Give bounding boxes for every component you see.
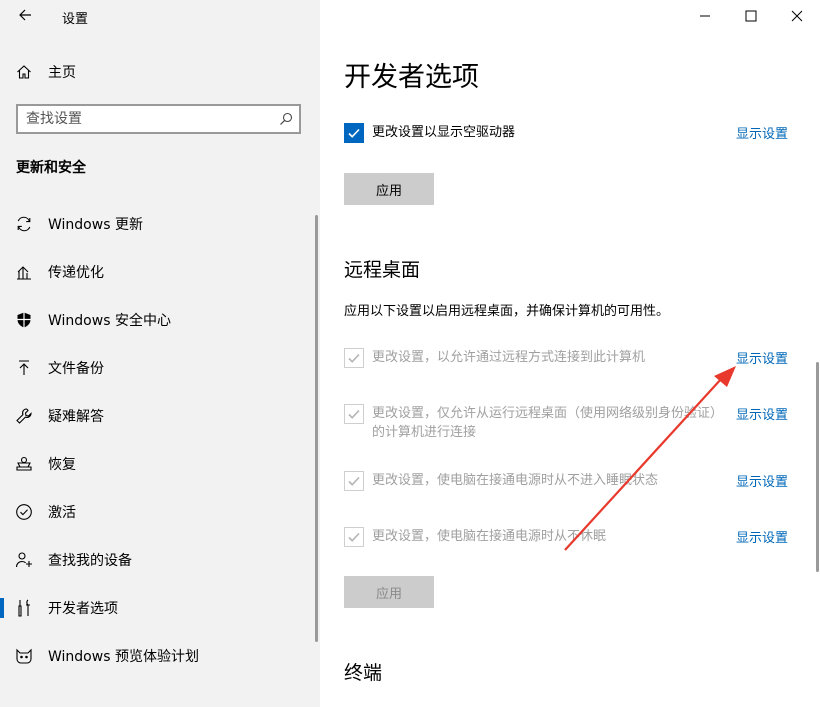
sidebar-item-label: 文件备份 (48, 361, 104, 377)
sidebar-item-label: 开发者选项 (48, 601, 118, 617)
close-icon (791, 10, 803, 22)
sidebar-item-label: 恢复 (48, 457, 76, 473)
shield-icon (14, 310, 34, 330)
developer-tools-icon (14, 598, 34, 618)
recovery-icon (14, 454, 34, 474)
setting-label: 更改设置，使电脑在接通电源时从不休眠 (372, 529, 607, 544)
sync-icon (14, 214, 34, 234)
check-circle-icon (14, 502, 34, 522)
sidebar-item-troubleshoot[interactable]: 疑难解答 (0, 396, 315, 436)
main-scrollbar[interactable] (816, 362, 819, 572)
terminal-heading: 终端 (344, 662, 383, 684)
sidebar-item-label: Windows 更新 (48, 217, 143, 233)
setting-label: 更改设置，使电脑在接通电源时从不进入睡眠状态 (372, 473, 659, 488)
checkmark-icon (348, 128, 360, 138)
page-title: 开发者选项 (344, 62, 479, 93)
back-button[interactable] (14, 4, 36, 26)
sidebar-item-delivery-optimization[interactable]: 传递优化 (0, 252, 315, 292)
checkmark-icon (348, 476, 360, 486)
sidebar-item-label: Windows 安全中心 (48, 313, 171, 329)
sidebar-item-file-backup[interactable]: 文件备份 (0, 348, 315, 388)
minimize-button[interactable] (682, 0, 728, 32)
setting-remote-3: 更改设置，使电脑在接通电源时从不休眠 (344, 527, 727, 547)
checkmark-icon (348, 409, 360, 419)
checkbox-disabled[interactable] (344, 404, 364, 424)
sidebar-item-label: 疑难解答 (48, 409, 104, 425)
home-icon (17, 65, 31, 79)
setting-label: 更改设置，以允许通过远程方式连接到此计算机 (372, 350, 646, 365)
back-arrow-icon (19, 9, 31, 21)
close-button[interactable] (774, 0, 820, 32)
setting-label: 更改设置以显示空驱动器 (372, 125, 516, 140)
sidebar-item-find-my-device[interactable]: 查找我的设备 (0, 540, 315, 580)
maximize-button[interactable] (728, 0, 774, 32)
sidebar-item-recovery[interactable]: 恢复 (0, 444, 315, 484)
checkbox-disabled[interactable] (344, 527, 364, 547)
insider-cat-icon (14, 646, 34, 666)
setting-label: 更改设置，仅允许从运行远程桌面（使用网络级别身份验证）的计算机进行连接 (372, 406, 724, 440)
checkbox-show-empty-drives[interactable] (344, 123, 364, 143)
backup-upload-icon (14, 358, 34, 378)
app-title: 设置 (62, 12, 89, 27)
sidebar-item-windows-update[interactable]: Windows 更新 (0, 204, 315, 244)
sidebar-item-label: 传递优化 (48, 265, 104, 281)
checkmark-icon (348, 353, 360, 363)
sidebar-item-label: 查找我的设备 (48, 553, 132, 569)
home-label: 主页 (48, 65, 76, 81)
apply-button[interactable]: 应用 (344, 173, 434, 205)
sidebar-item-label: 激活 (48, 505, 76, 521)
setting-remote-2: 更改设置，使电脑在接通电源时从不进入睡眠状态 (344, 471, 727, 491)
person-location-icon (14, 550, 34, 570)
home-nav-item[interactable]: 主页 (16, 62, 76, 82)
show-settings-link[interactable]: 显示设置 (736, 123, 788, 142)
sidebar-item-insider-program[interactable]: Windows 预览体验计划 (0, 636, 315, 676)
setting-remote-0: 更改设置，以允许通过远程方式连接到此计算机 (344, 348, 727, 368)
setting-show-empty-drives: 更改设置以显示空驱动器 (344, 123, 727, 143)
checkbox-disabled[interactable] (344, 348, 364, 368)
maximize-icon (745, 10, 757, 22)
checkmark-icon (348, 532, 360, 542)
remote-desktop-description: 应用以下设置以启用远程桌面，并确保计算机的可用性。 (344, 304, 670, 319)
sidebar-item-developer-options[interactable]: 开发者选项 (0, 588, 315, 628)
remote-desktop-heading: 远程桌面 (344, 259, 421, 281)
sidebar-item-activation[interactable]: 激活 (0, 492, 315, 532)
delivery-icon (14, 262, 34, 282)
wrench-icon (14, 406, 34, 426)
sidebar-item-security-center[interactable]: Windows 安全中心 (0, 300, 315, 340)
search-input[interactable] (18, 110, 273, 128)
search-icon[interactable] (273, 112, 299, 126)
remote-apply-button[interactable]: 应用 (344, 576, 434, 608)
sidebar-scrollbar[interactable] (315, 215, 318, 642)
setting-remote-1: 更改设置，仅允许从运行远程桌面（使用网络级别身份验证）的计算机进行连接 (344, 404, 727, 442)
show-settings-link[interactable]: 显示设置 (736, 348, 788, 367)
show-settings-link[interactable]: 显示设置 (736, 527, 788, 546)
show-settings-link[interactable]: 显示设置 (736, 404, 788, 423)
section-title: 更新和安全 (16, 160, 86, 176)
checkbox-disabled[interactable] (344, 471, 364, 491)
sidebar-item-label: Windows 预览体验计划 (48, 649, 199, 665)
search-box[interactable] (16, 104, 301, 134)
main-content: 开发者选项 更改设置以显示空驱动器 显示设置 应用 远程桌面 应用以下设置以启用… (320, 0, 820, 707)
sidebar: 设置 主页 更新和安全 Windows 更新 传递优化 Windows 安全中心… (0, 0, 320, 707)
show-settings-link[interactable]: 显示设置 (736, 471, 788, 490)
active-indicator (0, 598, 4, 618)
minimize-icon (700, 15, 710, 17)
